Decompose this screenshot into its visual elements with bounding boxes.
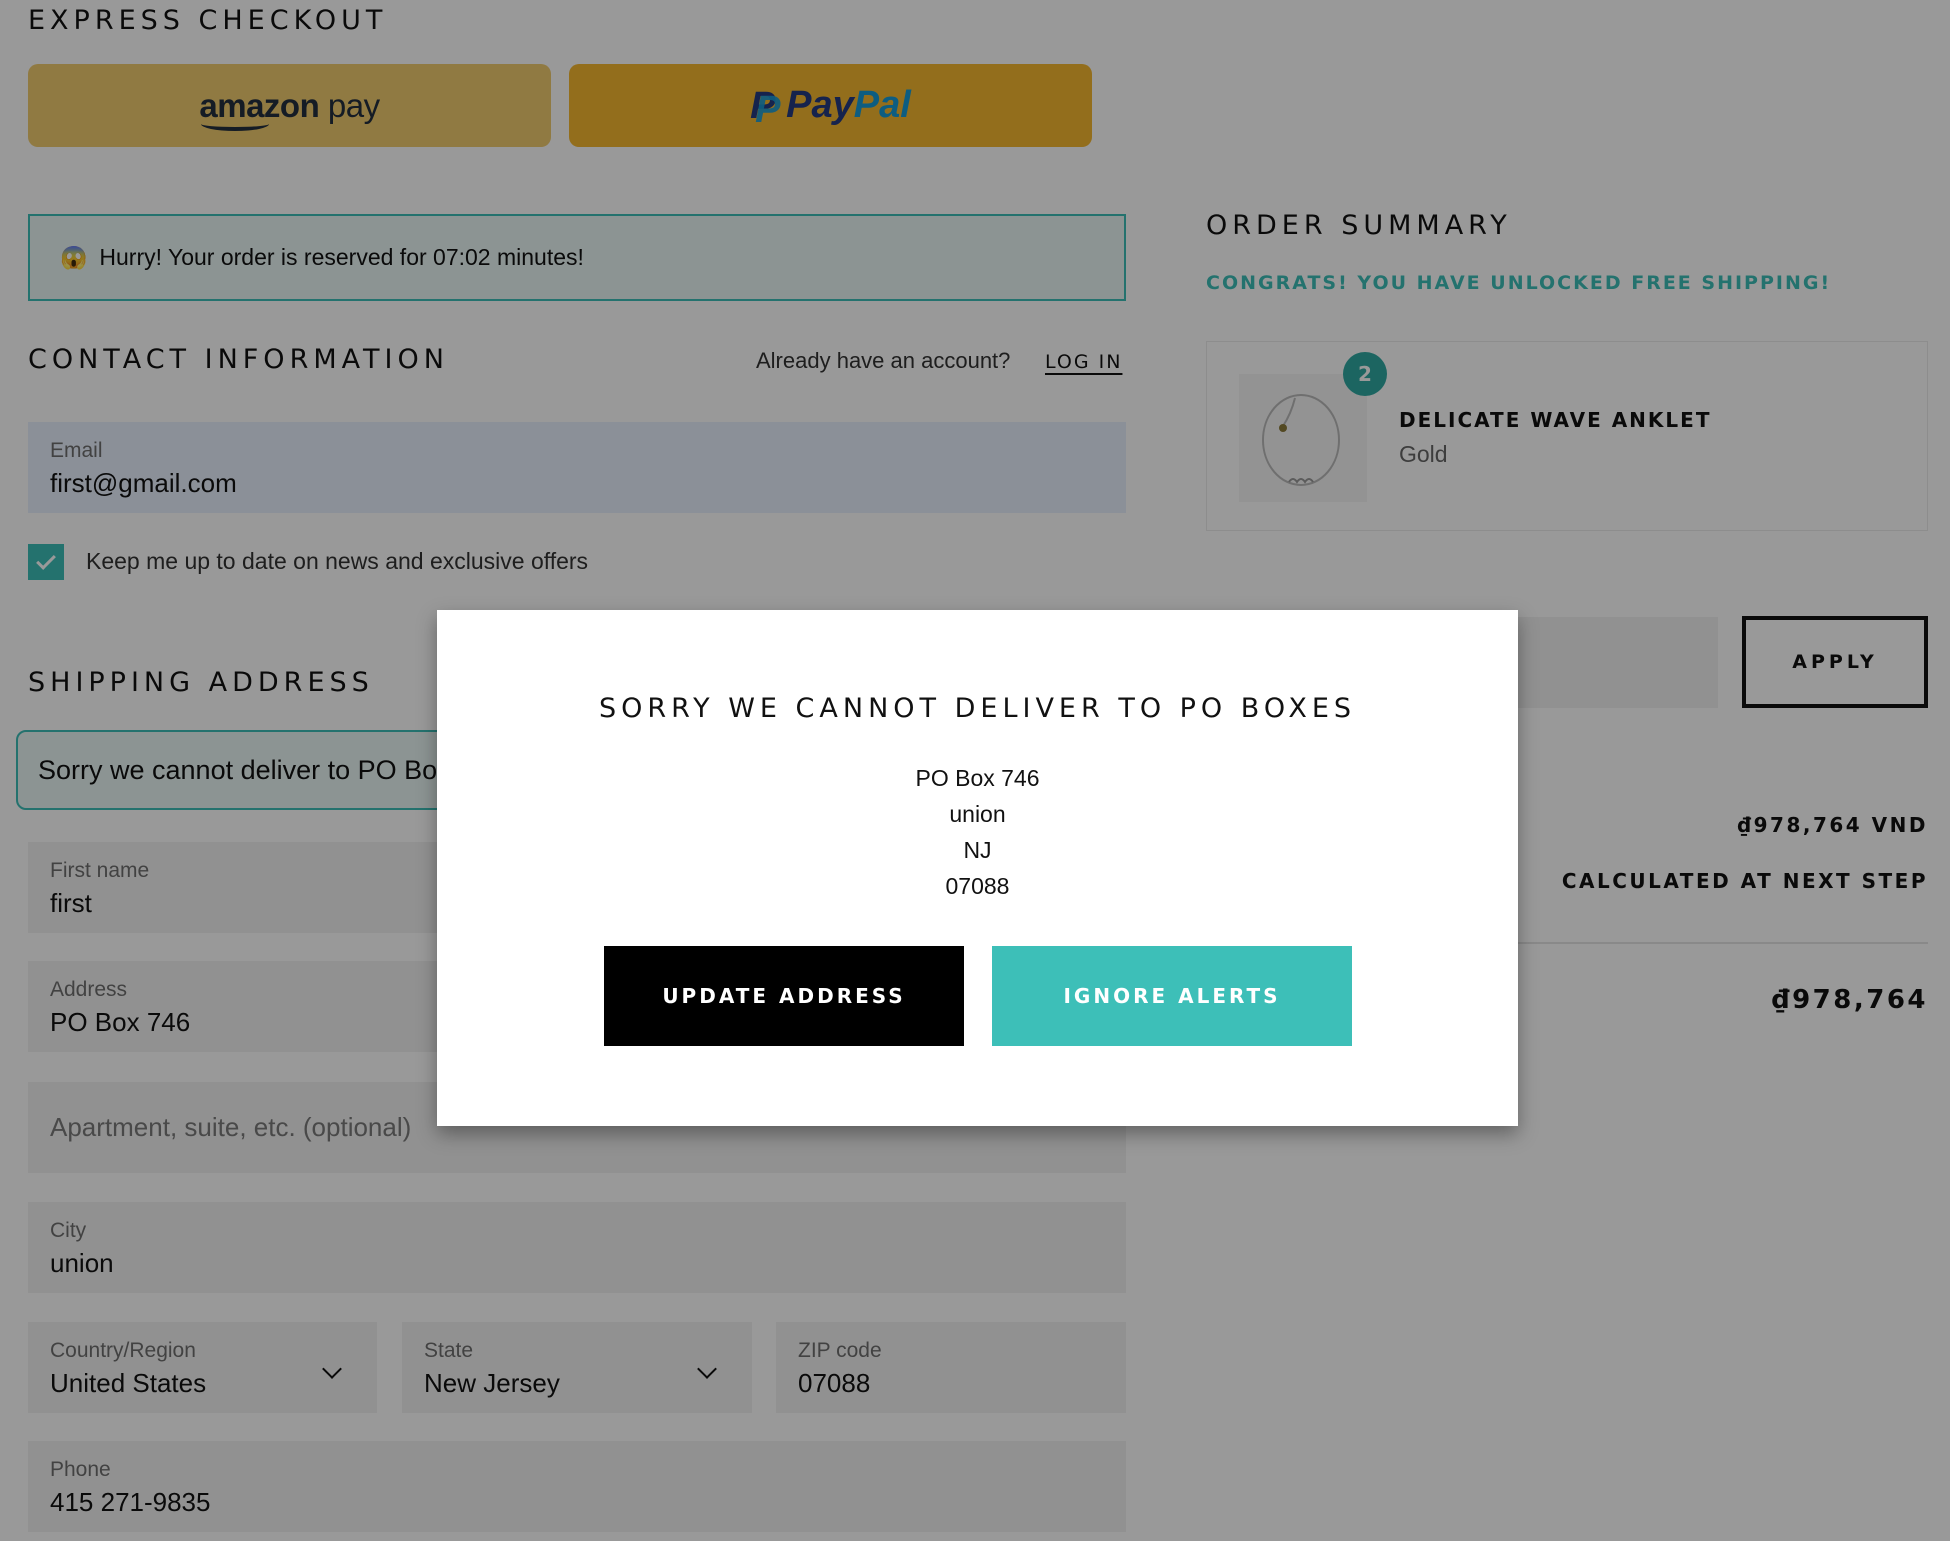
modal-address-line: NJ xyxy=(963,837,992,863)
modal-address-line: union xyxy=(949,801,1006,827)
ignore-alerts-button[interactable]: IGNORE ALERTS xyxy=(992,946,1352,1046)
modal-address-line: PO Box 746 xyxy=(915,765,1040,791)
modal-address-line: 07088 xyxy=(945,873,1010,899)
modal-title: SORRY WE CANNOT DELIVER TO PO BOXES xyxy=(598,693,1357,724)
update-address-button[interactable]: UPDATE ADDRESS xyxy=(604,946,964,1046)
modal-address: PO Box 746 union NJ 07088 xyxy=(437,760,1518,904)
po-box-alert-modal: SORRY WE CANNOT DELIVER TO PO BOXES PO B… xyxy=(437,610,1518,1126)
